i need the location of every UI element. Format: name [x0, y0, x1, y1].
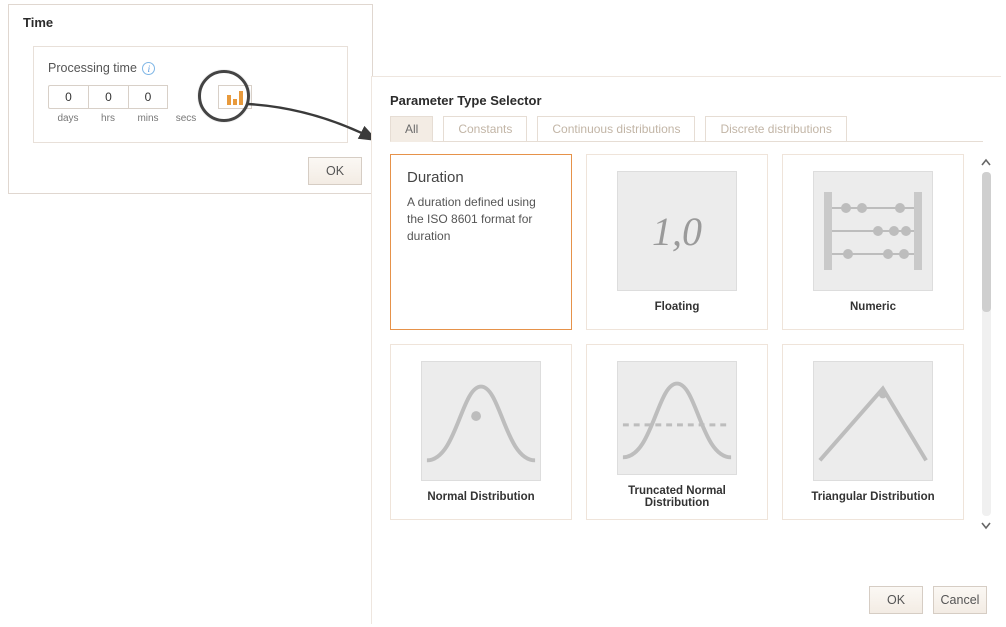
numeric-caption: Numeric	[850, 301, 896, 313]
scroll-up-arrow-icon[interactable]	[977, 154, 995, 172]
selector-scrollbar[interactable]	[977, 154, 995, 534]
info-icon[interactable]: i	[142, 62, 155, 75]
hrs-unit: hrs	[88, 113, 128, 124]
selector-ok-button[interactable]: OK	[869, 586, 923, 614]
processing-time-label: Processing time i	[48, 61, 333, 75]
scrollbar-track[interactable]	[982, 172, 991, 516]
selector-cancel-button[interactable]: Cancel	[933, 586, 987, 614]
secs-cell: secs	[168, 85, 204, 124]
numeric-thumb	[813, 171, 933, 291]
normal-curve-icon	[422, 366, 540, 476]
tab-discrete[interactable]: Discrete distributions	[705, 116, 846, 142]
truncated-thumb	[617, 361, 737, 475]
days-input[interactable]	[48, 85, 88, 109]
tab-continuous[interactable]: Continuous distributions	[537, 116, 695, 142]
floating-sample-text: 1,0	[652, 208, 702, 255]
card-duration-desc: A duration defined using the ISO 8601 fo…	[407, 194, 555, 244]
bar-chart-icon	[239, 91, 243, 105]
triangular-icon	[814, 366, 932, 476]
selector-tabs: All Constants Continuous distributions D…	[372, 116, 1001, 142]
hrs-cell: hrs	[88, 85, 128, 124]
bar-chart-icon	[227, 95, 231, 105]
card-numeric[interactable]: Numeric	[782, 154, 964, 330]
bar-chart-icon	[233, 99, 237, 105]
mins-input[interactable]	[128, 85, 168, 109]
processing-time-text: Processing time	[48, 61, 137, 75]
card-triangular[interactable]: Triangular Distribution	[782, 344, 964, 520]
card-truncated-normal[interactable]: Truncated Normal Distribution	[586, 344, 768, 520]
tab-all[interactable]: All	[390, 116, 433, 142]
days-cell: days	[48, 85, 88, 124]
time-dialog: Time Processing time i days hrs mins sec…	[8, 4, 373, 194]
floating-caption: Floating	[655, 301, 700, 313]
card-duration[interactable]: Duration A duration defined using the IS…	[390, 154, 572, 330]
truncated-normal-icon	[618, 363, 736, 473]
floating-thumb: 1,0	[617, 171, 737, 291]
scrollbar-thumb[interactable]	[982, 172, 991, 312]
abacus-icon	[818, 186, 928, 276]
days-unit: days	[48, 113, 88, 124]
card-floating[interactable]: 1,0 Floating	[586, 154, 768, 330]
time-footer: OK	[298, 149, 372, 193]
mins-cell: mins	[128, 85, 168, 124]
mins-unit: mins	[128, 113, 168, 124]
card-normal[interactable]: Normal Distribution	[390, 344, 572, 520]
triangular-thumb	[813, 361, 933, 481]
truncated-caption: Truncated Normal Distribution	[597, 485, 757, 509]
parameter-type-selector-dialog: Parameter Type Selector All Constants Co…	[371, 76, 1001, 624]
distribution-picker-button[interactable]	[218, 85, 252, 109]
time-title: Time	[9, 5, 372, 34]
secs-unit: secs	[176, 113, 197, 124]
selector-footer: OK Cancel	[869, 586, 987, 614]
tab-constants[interactable]: Constants	[443, 116, 527, 142]
triangular-caption: Triangular Distribution	[811, 491, 934, 503]
time-input-row: days hrs mins secs	[48, 85, 333, 124]
hrs-input[interactable]	[88, 85, 128, 109]
normal-caption: Normal Distribution	[427, 491, 534, 503]
scroll-down-arrow-icon[interactable]	[977, 516, 995, 534]
selector-title: Parameter Type Selector	[372, 77, 1001, 116]
processing-time-group: Processing time i days hrs mins secs	[33, 46, 348, 143]
card-grid: Duration A duration defined using the IS…	[390, 154, 973, 534]
card-grid-wrap: Duration A duration defined using the IS…	[390, 154, 995, 534]
time-ok-button[interactable]: OK	[308, 157, 362, 185]
normal-thumb	[421, 361, 541, 481]
card-duration-title: Duration	[407, 169, 464, 186]
